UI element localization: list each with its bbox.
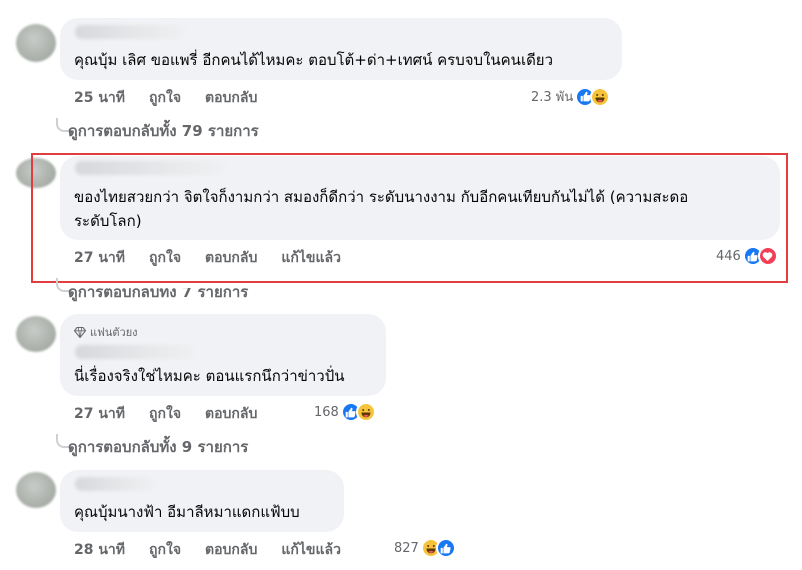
avatar[interactable] [16,24,56,62]
reaction-summary[interactable]: 168 [314,402,376,422]
haha-icon [590,86,611,107]
like-button[interactable]: ถูกใจ [149,87,181,109]
comment-actions: 27 นาที ถูกใจ ตอบกลับ [74,403,257,425]
like-button[interactable]: ถูกใจ [149,403,181,425]
author-name-blurred[interactable] [75,345,195,359]
reaction-count: 827 [394,540,419,556]
comment-time[interactable]: 28 นาที [74,539,125,561]
reply-button[interactable]: ตอบกลับ [205,87,257,109]
like-button[interactable]: ถูกใจ [149,539,181,561]
view-replies-link[interactable]: ดูการตอบกลับทั้ง 7 รายการ [68,283,249,304]
scroll-fade [0,0,802,14]
comment-text: คุณบุ้ม เลิศ ขอแพรี่ อีกคนได้ไหมคะ ตอบโต… [74,51,554,69]
reaction-summary[interactable]: 2.3 พัน [531,86,611,107]
comment-text: คุณบุ้มนางฟ้า อีมาลีหมาแดกแฟ้บบ [74,503,300,521]
comment-time[interactable]: 25 นาที [74,87,125,109]
diamond-icon [74,326,86,338]
fan-badge-label: แฟนตัวยง [90,326,138,339]
avatar[interactable] [16,472,56,508]
comment-time[interactable]: 27 นาที [74,403,125,425]
view-replies-link[interactable]: ดูการตอบกลับทั้ง 79 รายการ [68,119,259,143]
reply-button[interactable]: ตอบกลับ [205,403,257,425]
view-replies-label: ดูการตอบกลับทั้ง 7 รายการ [68,283,249,301]
avatar[interactable] [16,316,56,352]
reaction-count: 2.3 พัน [531,90,574,105]
view-replies-label: ดูการตอบกลับทั้ง 79 รายการ [68,122,259,140]
view-replies-link[interactable]: ดูการตอบกลับทั้ง 9 รายการ [68,435,248,459]
like-icon [435,538,456,558]
author-name-blurred[interactable] [75,477,155,491]
reaction-summary[interactable]: 827 [394,538,456,558]
edited-label: แก้ไขแล้ว [281,542,341,558]
reaction-count: 168 [314,404,339,420]
highlight-box [31,153,788,283]
reply-button[interactable]: ตอบกลับ [205,539,257,561]
comment-actions: 25 นาที ถูกใจ ตอบกลับ [74,87,257,109]
author-name-blurred[interactable] [75,25,185,39]
fan-badge: แฟนตัวยง [74,323,138,341]
comment-text: นี่เรื่องจริงใช่ไหมคะ ตอนแรกนึกว่าข่าวปั… [74,367,345,385]
haha-icon [355,402,376,422]
comment-actions: 28 นาที ถูกใจ ตอบกลับ แก้ไขแล้ว [74,539,341,561]
view-replies-label: ดูการตอบกลับทั้ง 9 รายการ [68,438,249,456]
